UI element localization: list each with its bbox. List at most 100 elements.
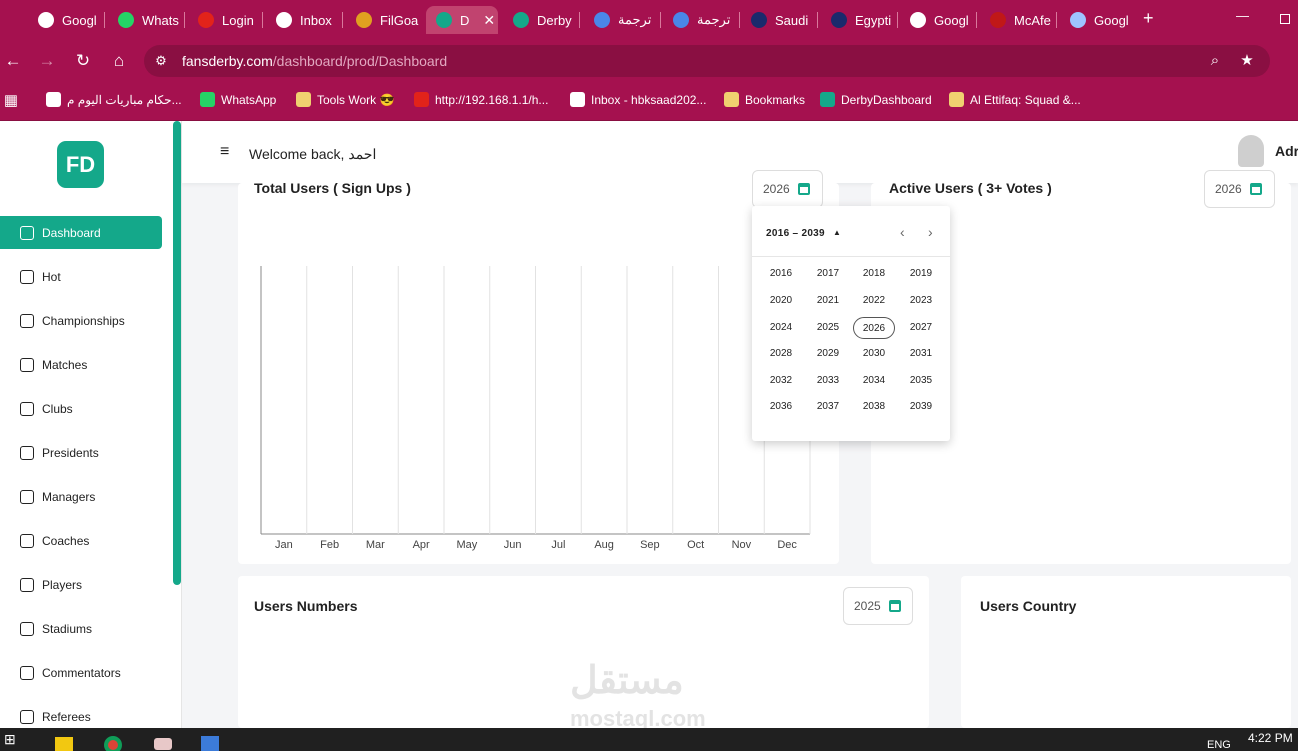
year-option[interactable]: 2026 (853, 317, 895, 339)
file-explorer-icon[interactable] (55, 737, 73, 751)
year-option[interactable]: 2018 (853, 263, 895, 285)
dashboard-icon (20, 225, 34, 240)
bookmark-item[interactable]: Tools Work 😎 (296, 92, 394, 107)
back-icon[interactable]: ← (2, 50, 24, 72)
zoom-icon[interactable]: ⌕ (1204, 50, 1226, 72)
tab-separator (579, 12, 580, 28)
browser-tab[interactable]: FilGoa (346, 6, 420, 34)
year-option[interactable]: 2028 (760, 343, 802, 365)
year-option[interactable]: 2027 (900, 317, 942, 339)
browser-tab[interactable]: ترجمة (584, 6, 658, 34)
sidebar-item-managers[interactable]: Managers (0, 480, 162, 513)
year-option[interactable]: 2019 (900, 263, 942, 285)
tab-separator (342, 12, 343, 28)
next-range-icon[interactable]: › (928, 224, 933, 240)
sidebar-item-hot[interactable]: Hot (0, 260, 162, 293)
sidebar-item-championships[interactable]: Championships (0, 304, 162, 337)
sidebar-item-players[interactable]: Players (0, 568, 162, 601)
bookmark-item[interactable]: Al Ettifaq: Squad &... (949, 92, 1081, 107)
prev-range-icon[interactable]: ‹ (900, 224, 905, 240)
avatar[interactable] (1238, 135, 1264, 167)
sidebar-item-stadiums[interactable]: Stadiums (0, 612, 162, 645)
forward-icon[interactable]: → (36, 50, 58, 72)
year-selector[interactable]: 2026 (752, 170, 823, 208)
chrome-icon[interactable] (104, 736, 122, 751)
windows-start-icon[interactable]: ⊞ (4, 732, 19, 747)
bookmark-item[interactable]: Inbox - hbksaad202... (570, 92, 706, 107)
browser-tab[interactable]: ترجمة (663, 6, 737, 34)
browser-toolbar: ← → ↻ ⌂ ⚙ fansderby.com/dashboard/prod/D… (0, 40, 1298, 82)
year-option[interactable]: 2016 (760, 263, 802, 285)
year-option[interactable]: 2020 (760, 290, 802, 312)
close-tab-icon[interactable]: ✕ (483, 12, 495, 29)
browser-tab[interactable]: McAfe (980, 6, 1054, 34)
new-tab-button[interactable]: + (1143, 8, 1154, 29)
browser-tab[interactable]: Egypti (821, 6, 895, 34)
year-option[interactable]: 2033 (807, 370, 849, 392)
year-option[interactable]: 2017 (807, 263, 849, 285)
year-option[interactable]: 2039 (900, 396, 942, 418)
tab-separator (262, 12, 263, 28)
apps-grid-icon[interactable]: ▦ (0, 90, 22, 112)
year-option[interactable]: 2021 (807, 290, 849, 312)
year-range-label[interactable]: 2016 – 2039 (766, 228, 825, 239)
calendar-icon (797, 183, 810, 195)
sidebar-item-clubs[interactable]: Clubs (0, 392, 162, 425)
clock[interactable]: 4:22 PM (1248, 731, 1293, 745)
bookmark-star-icon[interactable]: ★ (1236, 50, 1258, 72)
gmail-icon (570, 92, 585, 107)
year-option[interactable]: 2030 (853, 343, 895, 365)
bookmark-item[interactable]: Bookmarks (724, 92, 805, 107)
browser-tab[interactable]: Saudi (741, 6, 815, 34)
minimize-button[interactable]: — (1236, 8, 1249, 23)
browser-tab[interactable]: Whats (108, 6, 182, 34)
language-indicator[interactable]: ENG (1207, 739, 1231, 751)
bookmark-item[interactable]: DerbyDashboard (820, 92, 932, 107)
sidebar-item-matches[interactable]: Matches (0, 348, 162, 381)
home-icon[interactable]: ⌂ (108, 50, 130, 72)
google-icon (910, 12, 926, 28)
year-option[interactable]: 2032 (760, 370, 802, 392)
browser-tab[interactable]: Googl (900, 6, 974, 34)
year-option[interactable]: 2031 (900, 343, 942, 365)
app-icon[interactable] (154, 738, 172, 750)
menu-toggle-icon[interactable]: ≡ (220, 143, 229, 161)
reload-icon[interactable]: ↻ (72, 50, 94, 72)
year-option[interactable]: 2029 (807, 343, 849, 365)
year-selector[interactable]: 2026 (1204, 170, 1275, 208)
sidebar-scrollbar[interactable] (173, 121, 181, 585)
browser-tab[interactable]: Login (188, 6, 260, 34)
app-icon-2[interactable] (201, 736, 219, 751)
year-option[interactable]: 2025 (807, 317, 849, 339)
x-tick-label: Nov (732, 539, 752, 551)
year-option[interactable]: 2034 (853, 370, 895, 392)
year-option[interactable]: 2038 (853, 396, 895, 418)
browser-tab[interactable]: Googl (28, 6, 102, 34)
bookmark-item[interactable]: http://192.168.1.1/h... (414, 92, 548, 107)
sidebar-item-commentators[interactable]: Commentators (0, 656, 162, 689)
browser-tab[interactable]: Derby (503, 6, 577, 34)
bookmark-item[interactable]: WhatsApp (200, 92, 276, 107)
address-bar[interactable]: ⚙ fansderby.com/dashboard/prod/Dashboard… (144, 45, 1270, 77)
browser-tab[interactable]: D ✕ (426, 6, 498, 34)
year-selector[interactable]: 2025 (843, 587, 913, 625)
year-option[interactable]: 2022 (853, 290, 895, 312)
restore-button[interactable] (1280, 14, 1290, 24)
tab-label: Googl (62, 12, 97, 28)
year-option[interactable]: 2037 (807, 396, 849, 418)
commentators-icon (20, 665, 34, 680)
bookmark-item[interactable]: حكام مباريات اليوم م... (46, 92, 182, 107)
sidebar-item-dashboard[interactable]: Dashboard (0, 216, 162, 249)
year-option[interactable]: 2023 (900, 290, 942, 312)
browser-tab[interactable]: Googl (1060, 6, 1134, 34)
range-caret-icon[interactable]: ▲ (833, 228, 841, 237)
sidebar-item-presidents[interactable]: Presidents (0, 436, 162, 469)
year-option[interactable]: 2035 (900, 370, 942, 392)
sidebar-item-coaches[interactable]: Coaches (0, 524, 162, 557)
site-info-icon[interactable]: ⚙ (150, 50, 172, 72)
browser-tab[interactable]: Inbox (266, 6, 340, 34)
year-option[interactable]: 2036 (760, 396, 802, 418)
year-option[interactable]: 2024 (760, 317, 802, 339)
tab-separator (739, 12, 740, 28)
app-logo[interactable]: FD (57, 141, 104, 188)
